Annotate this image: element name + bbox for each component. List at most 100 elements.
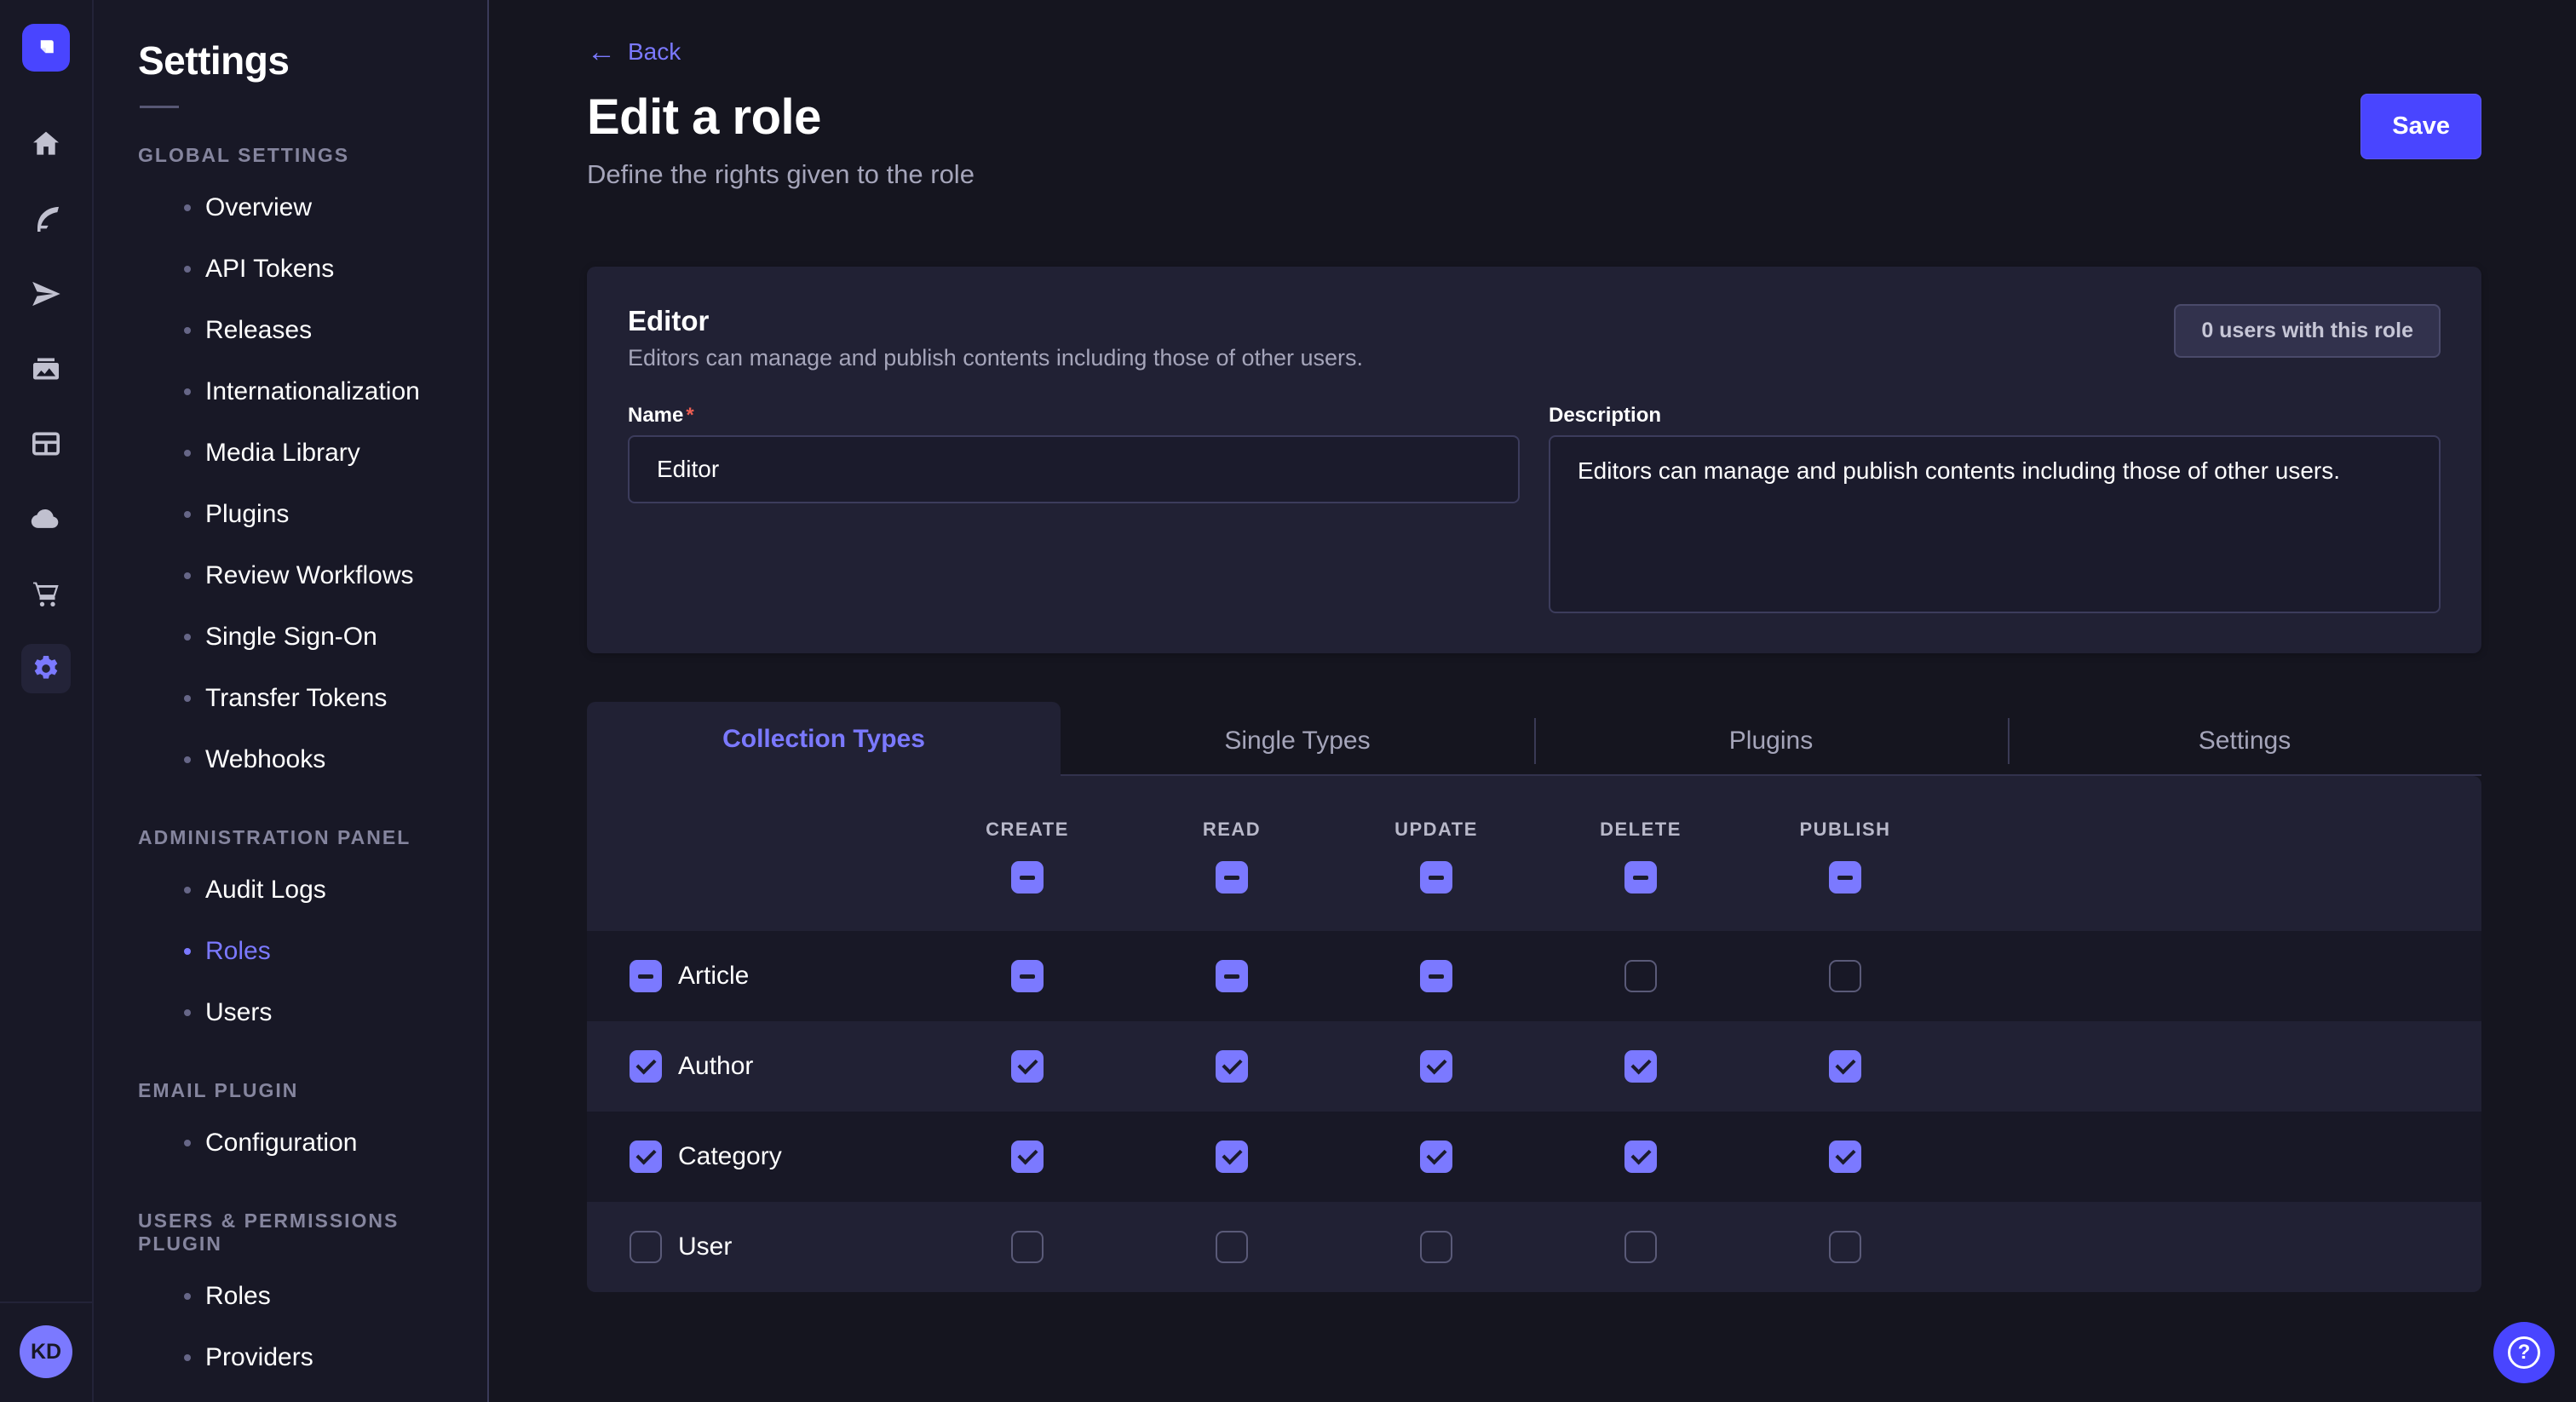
tab-plugins[interactable]: Plugins bbox=[1534, 708, 2008, 776]
sidebar-item-label: Review Workflows bbox=[205, 561, 414, 590]
row-label: Article bbox=[678, 962, 749, 991]
back-link[interactable]: ← Back bbox=[587, 37, 681, 66]
nav-cloud-button[interactable] bbox=[21, 494, 71, 543]
article-delete-checkbox[interactable] bbox=[1624, 960, 1657, 992]
category-read-checkbox[interactable] bbox=[1216, 1141, 1248, 1173]
email-plugin-list: Configuration bbox=[138, 1112, 487, 1174]
article-publish-checkbox[interactable] bbox=[1829, 960, 1861, 992]
section-header-administration-panel: ADMINISTRATION PANEL bbox=[138, 826, 487, 849]
author-create-checkbox[interactable] bbox=[1011, 1050, 1044, 1083]
section-header-email-plugin: EMAIL PLUGIN bbox=[138, 1079, 487, 1102]
feather-icon bbox=[29, 202, 63, 236]
nav-marketplace-button[interactable] bbox=[21, 569, 71, 618]
save-button[interactable]: Save bbox=[2360, 94, 2481, 159]
bullet-icon bbox=[184, 511, 191, 518]
user-avatar[interactable]: KD bbox=[20, 1325, 72, 1378]
permissions-panel: CREATE READ UPDATE DELETE PUBLISH Articl bbox=[587, 776, 2481, 1292]
row-article-checkbox[interactable] bbox=[630, 960, 662, 992]
permission-row-author: Author bbox=[587, 1021, 2481, 1112]
page-subtitle: Define the rights given to the role bbox=[587, 159, 2481, 190]
sidebar-item-review-workflows[interactable]: Review Workflows bbox=[138, 545, 487, 606]
user-create-checkbox[interactable] bbox=[1011, 1231, 1044, 1263]
category-update-checkbox[interactable] bbox=[1420, 1141, 1452, 1173]
sidebar-item-up-roles[interactable]: Roles bbox=[138, 1266, 487, 1327]
help-button[interactable]: ? bbox=[2493, 1322, 2555, 1383]
sidebar-item-roles[interactable]: Roles bbox=[138, 921, 487, 982]
tab-settings[interactable]: Settings bbox=[2008, 708, 2481, 776]
author-publish-checkbox[interactable] bbox=[1829, 1050, 1861, 1083]
author-delete-checkbox[interactable] bbox=[1624, 1050, 1657, 1083]
author-update-checkbox[interactable] bbox=[1420, 1050, 1452, 1083]
permission-row-article: Article bbox=[587, 931, 2481, 1021]
sidebar-item-label: Transfer Tokens bbox=[205, 684, 387, 713]
sidebar-item-label: Overview bbox=[205, 193, 312, 222]
bullet-icon bbox=[184, 756, 191, 763]
select-all-delete-checkbox[interactable] bbox=[1624, 861, 1657, 893]
back-label: Back bbox=[628, 38, 681, 66]
column-label-read: READ bbox=[1130, 819, 1334, 841]
nav-layout-button[interactable] bbox=[21, 419, 71, 468]
column-label-delete: DELETE bbox=[1538, 819, 1743, 841]
sidebar-item-transfer-tokens[interactable]: Transfer Tokens bbox=[138, 668, 487, 729]
main-content: ← Back Edit a role Define the rights giv… bbox=[489, 0, 2576, 1402]
user-update-checkbox[interactable] bbox=[1420, 1231, 1452, 1263]
sidebar-item-api-tokens[interactable]: API Tokens bbox=[138, 238, 487, 300]
nav-home-button[interactable] bbox=[21, 119, 71, 169]
sidebar-item-label: Internationalization bbox=[205, 377, 420, 406]
nav-media-library-button[interactable] bbox=[21, 344, 71, 394]
sidebar-item-audit-logs[interactable]: Audit Logs bbox=[138, 859, 487, 921]
bullet-icon bbox=[184, 1140, 191, 1146]
category-create-checkbox[interactable] bbox=[1011, 1141, 1044, 1173]
rail-separator bbox=[0, 1301, 92, 1303]
users-count-badge[interactable]: 0 users with this role bbox=[2174, 304, 2441, 358]
select-all-read-checkbox[interactable] bbox=[1216, 861, 1248, 893]
users-permissions-list: Roles Providers bbox=[138, 1266, 487, 1388]
sidebar-item-releases[interactable]: Releases bbox=[138, 300, 487, 361]
select-all-publish-checkbox[interactable] bbox=[1829, 861, 1861, 893]
sidebar-title-divider bbox=[140, 106, 179, 108]
sidebar-item-single-sign-on[interactable]: Single Sign-On bbox=[138, 606, 487, 668]
row-label: User bbox=[678, 1232, 732, 1261]
bullet-icon bbox=[184, 204, 191, 211]
description-field-label: Description bbox=[1549, 403, 2441, 428]
nav-content-manager-button[interactable] bbox=[21, 194, 71, 244]
row-user-checkbox[interactable] bbox=[630, 1231, 662, 1263]
user-publish-checkbox[interactable] bbox=[1829, 1231, 1861, 1263]
author-read-checkbox[interactable] bbox=[1216, 1050, 1248, 1083]
description-textarea[interactable]: Editors can manage and publish contents … bbox=[1549, 435, 2441, 613]
tab-single-types[interactable]: Single Types bbox=[1061, 708, 1534, 776]
sidebar-item-label: Users bbox=[205, 998, 272, 1027]
article-read-checkbox[interactable] bbox=[1216, 960, 1248, 992]
sidebar-item-label: Configuration bbox=[205, 1129, 357, 1158]
nav-content-type-builder-button[interactable] bbox=[21, 269, 71, 319]
row-author-checkbox[interactable] bbox=[630, 1050, 662, 1083]
sidebar-item-plugins[interactable]: Plugins bbox=[138, 484, 487, 545]
role-details-card: Editor Editors can manage and publish co… bbox=[587, 267, 2481, 653]
sidebar-item-media-library[interactable]: Media Library bbox=[138, 422, 487, 484]
article-update-checkbox[interactable] bbox=[1420, 960, 1452, 992]
row-category-checkbox[interactable] bbox=[630, 1141, 662, 1173]
name-input[interactable] bbox=[628, 435, 1520, 503]
article-create-checkbox[interactable] bbox=[1011, 960, 1044, 992]
sidebar-item-internationalization[interactable]: Internationalization bbox=[138, 361, 487, 422]
category-publish-checkbox[interactable] bbox=[1829, 1141, 1861, 1173]
page-title: Edit a role bbox=[587, 89, 2481, 146]
strapi-logo[interactable] bbox=[22, 24, 70, 72]
role-description-text: Editors can manage and publish contents … bbox=[628, 343, 2441, 372]
sidebar-item-configuration[interactable]: Configuration bbox=[138, 1112, 487, 1174]
user-delete-checkbox[interactable] bbox=[1624, 1231, 1657, 1263]
section-header-global-settings: GLOBAL SETTINGS bbox=[138, 144, 487, 167]
sidebar-item-overview[interactable]: Overview bbox=[138, 177, 487, 238]
nav-settings-button[interactable] bbox=[21, 644, 71, 693]
select-all-create-checkbox[interactable] bbox=[1011, 861, 1044, 893]
settings-sidebar: Settings GLOBAL SETTINGS Overview API To… bbox=[94, 0, 489, 1402]
select-all-update-checkbox[interactable] bbox=[1420, 861, 1452, 893]
tab-collection-types[interactable]: Collection Types bbox=[587, 702, 1061, 776]
sidebar-item-webhooks[interactable]: Webhooks bbox=[138, 729, 487, 790]
category-delete-checkbox[interactable] bbox=[1624, 1141, 1657, 1173]
sidebar-item-up-providers[interactable]: Providers bbox=[138, 1327, 487, 1388]
sidebar-item-users[interactable]: Users bbox=[138, 982, 487, 1043]
bullet-icon bbox=[184, 1354, 191, 1361]
permissions-tabs: Collection Types Single Types Plugins Se… bbox=[587, 708, 2481, 776]
user-read-checkbox[interactable] bbox=[1216, 1231, 1248, 1263]
